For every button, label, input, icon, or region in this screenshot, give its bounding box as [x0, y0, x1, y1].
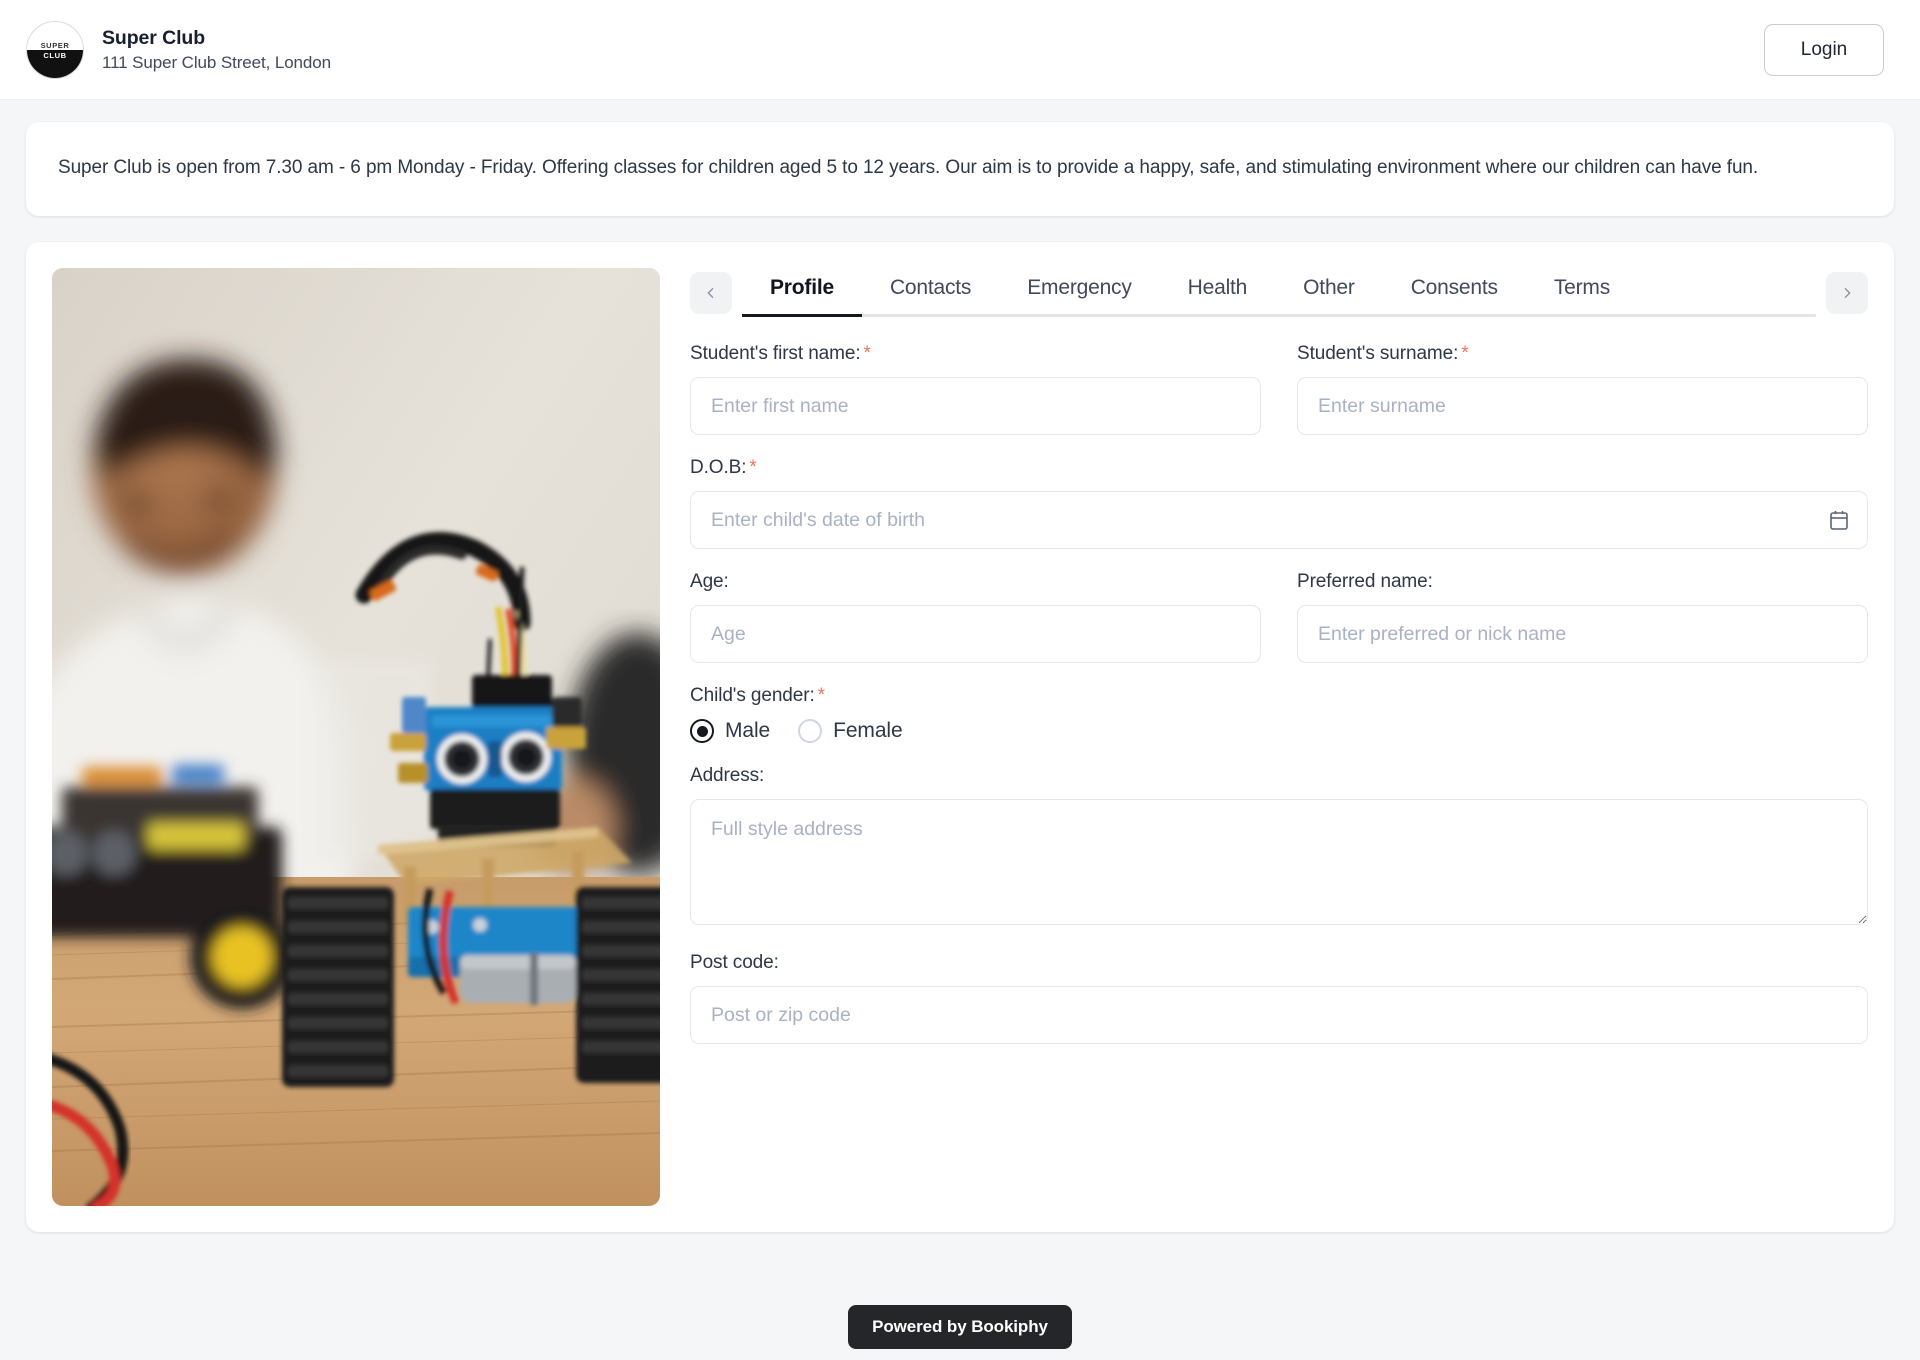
logo-top-text: SUPER	[40, 40, 70, 50]
required-asterisk: *	[1461, 343, 1469, 364]
surname-label: Student's surname: *	[1297, 343, 1469, 364]
required-asterisk: *	[817, 685, 825, 706]
info-banner: Super Club is open from 7.30 am - 6 pm M…	[26, 122, 1894, 216]
address-row: Address:	[690, 765, 1868, 930]
post-code-row: Post code:	[690, 952, 1868, 1044]
login-button[interactable]: Login	[1764, 23, 1884, 76]
tab-consents[interactable]: Consents	[1383, 268, 1526, 314]
form-tabbar: Profile Contacts Emergency Health Other …	[690, 268, 1868, 317]
age-input[interactable]	[690, 605, 1261, 663]
dob-row: D.O.B: *	[690, 457, 1868, 549]
surname-input[interactable]	[1297, 377, 1868, 435]
gender-option-female[interactable]: Female	[798, 719, 903, 743]
gender-male-label: Male	[725, 719, 771, 742]
brand: SUPER CLUB Super Club 111 Super Club Str…	[26, 20, 331, 79]
page-footer: Powered by Bookiphy	[0, 1294, 1920, 1360]
gender-row: Child's gender: * Male Female	[690, 685, 1868, 743]
tab-terms[interactable]: Terms	[1526, 268, 1638, 314]
club-photo	[52, 268, 660, 1206]
gender-option-male[interactable]: Male	[690, 719, 770, 743]
club-name: Super Club	[102, 26, 206, 49]
age-label: Age:	[690, 571, 729, 592]
post-code-input[interactable]	[690, 986, 1868, 1044]
age-preferred-row: Age: Preferred name:	[690, 571, 1868, 663]
page-body: Super Club is open from 7.30 am - 6 pm M…	[0, 100, 1920, 1232]
dob-field: D.O.B: *	[690, 457, 1868, 549]
radio-female-icon[interactable]	[798, 719, 823, 743]
required-asterisk: *	[863, 343, 871, 364]
gender-label: Child's gender: *	[690, 685, 825, 706]
tab-health[interactable]: Health	[1160, 268, 1276, 314]
preferred-name-input[interactable]	[1297, 605, 1868, 663]
name-row: Student's first name:* Student's surname…	[690, 343, 1868, 435]
site-header: SUPER CLUB Super Club 111 Super Club Str…	[0, 0, 1920, 100]
post-code-label: Post code:	[690, 952, 779, 973]
dob-input[interactable]	[690, 491, 1868, 549]
first-name-input[interactable]	[690, 377, 1261, 435]
address-label: Address:	[690, 765, 765, 786]
club-address: 111 Super Club Street, London	[102, 52, 331, 72]
preferred-name-field: Preferred name:	[1297, 571, 1868, 663]
tabs-next-button[interactable]	[1826, 271, 1868, 314]
info-banner-text: Super Club is open from 7.30 am - 6 pm M…	[58, 157, 1759, 178]
club-logo-icon: SUPER CLUB	[26, 20, 84, 79]
gender-female-label: Female	[833, 719, 903, 742]
chevron-right-icon	[1844, 287, 1851, 298]
address-textarea[interactable]	[690, 799, 1868, 925]
first-name-field: Student's first name: *	[690, 343, 1261, 435]
tab-profile[interactable]: Profile	[742, 268, 862, 317]
radio-male-icon[interactable]	[690, 719, 714, 743]
preferred-name-label: Preferred name:	[1297, 571, 1433, 592]
dob-label: D.O.B: *	[690, 457, 757, 478]
club-photo-illustration	[52, 268, 660, 1206]
registration-form: Profile Contacts Emergency Health Other …	[660, 268, 1868, 1206]
gender-field: Child's gender: * Male Female	[690, 685, 1868, 743]
post-code-field: Post code:	[690, 952, 1868, 1044]
tabs-list: Profile Contacts Emergency Health Other …	[742, 268, 1816, 317]
chevron-left-icon	[707, 287, 714, 298]
tab-contacts[interactable]: Contacts	[862, 268, 999, 314]
required-asterisk: *	[749, 457, 757, 478]
tab-other[interactable]: Other	[1275, 268, 1383, 314]
gender-radio-group: Male Female	[690, 719, 1868, 743]
logo-bottom-text: CLUB	[43, 50, 67, 60]
powered-by-badge[interactable]: Powered by Bookiphy	[848, 1305, 1072, 1349]
surname-field: Student's surname: *	[1297, 343, 1868, 435]
age-field: Age:	[690, 571, 1261, 663]
tab-emergency[interactable]: Emergency	[999, 268, 1159, 314]
tabs-prev-button[interactable]	[690, 271, 732, 314]
first-name-label: Student's first name: *	[690, 343, 871, 364]
registration-card: Profile Contacts Emergency Health Other …	[26, 242, 1894, 1232]
address-field: Address:	[690, 765, 1868, 930]
